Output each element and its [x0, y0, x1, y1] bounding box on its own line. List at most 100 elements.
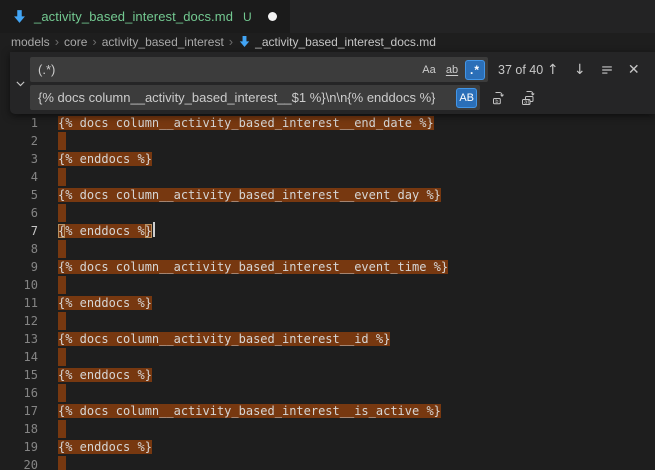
- toggle-replace-button[interactable]: [10, 52, 30, 114]
- line-text: [58, 132, 66, 150]
- line-number: 20: [0, 456, 38, 470]
- find-input-value: (.*): [38, 62, 55, 77]
- breadcrumb-item-core[interactable]: core: [64, 35, 87, 49]
- code-line[interactable]: 12: [0, 312, 655, 330]
- line-text: {% docs column__activity_based_interest_…: [58, 258, 448, 276]
- line-number: 11: [0, 294, 38, 312]
- line-number: 16: [0, 384, 38, 402]
- replace-input[interactable]: {% docs column__activity_based_interest_…: [30, 85, 480, 110]
- line-number: 9: [0, 258, 38, 276]
- vscode-window: _activity_based_interest_docs.md U model…: [0, 0, 655, 470]
- match-case-button[interactable]: Aa: [419, 60, 439, 80]
- git-status-badge: U: [243, 10, 252, 24]
- line-number: 13: [0, 330, 38, 348]
- line-number: 17: [0, 402, 38, 420]
- breadcrumb-item-activity-based-interest[interactable]: activity_based_interest: [102, 35, 224, 49]
- previous-match-button[interactable]: ↑: [543, 60, 562, 80]
- markdown-file-icon: [238, 35, 251, 48]
- code-line[interactable]: 3 {% enddocs %}: [0, 150, 655, 168]
- code-line[interactable]: 13 {% docs column__activity_based_interes…: [0, 330, 655, 348]
- breadcrumb: models › core › activity_based_interest …: [0, 33, 655, 50]
- find-in-selection-button[interactable]: [597, 60, 616, 80]
- line-text: {% enddocs %}: [58, 366, 152, 384]
- code-line[interactable]: 7 {% enddocs %}: [0, 222, 655, 240]
- results-count: 37 of 40: [498, 63, 543, 77]
- line-number: 4: [0, 168, 38, 186]
- line-text: [58, 348, 66, 366]
- tab-bar: _activity_based_interest_docs.md U: [0, 0, 655, 33]
- line-number: 10: [0, 276, 38, 294]
- find-input[interactable]: (.*) Aa ab .*: [30, 57, 488, 82]
- breadcrumb-filename: _activity_based_interest_docs.md: [255, 35, 436, 49]
- chevron-right-icon: ›: [92, 34, 96, 49]
- find-row: (.*) Aa ab .* 37 of 40 ↑ ↓: [30, 57, 650, 82]
- line-number: 3: [0, 150, 38, 168]
- code-line[interactable]: 5 {% docs column__activity_based_interest…: [0, 186, 655, 204]
- editor-pane[interactable]: 1{% docs column__activity_based_interest…: [0, 50, 655, 470]
- code-line[interactable]: 6: [0, 204, 655, 222]
- replace-input-value: {% docs column__activity_based_interest_…: [38, 90, 435, 105]
- code-line[interactable]: 9 {% docs column__activity_based_interest…: [0, 258, 655, 276]
- next-match-button[interactable]: ↓: [570, 60, 589, 80]
- line-text: {% docs column__activity_based_interest_…: [58, 186, 441, 204]
- svg-text:ab: ab: [524, 99, 531, 105]
- code-line[interactable]: 18: [0, 420, 655, 438]
- line-text: {% enddocs %}: [58, 222, 155, 240]
- line-number: 7: [0, 222, 38, 240]
- replace-all-button[interactable]: ab: [517, 87, 538, 108]
- line-text: [58, 456, 66, 470]
- breadcrumb-item-models[interactable]: models: [11, 35, 50, 49]
- code-line[interactable]: 14: [0, 348, 655, 366]
- whole-word-button[interactable]: ab: [442, 60, 462, 80]
- code-line[interactable]: 10: [0, 276, 655, 294]
- regex-button[interactable]: .*: [465, 60, 485, 80]
- close-icon[interactable]: ✕: [624, 60, 643, 80]
- line-text: {% enddocs %}: [58, 150, 152, 168]
- markdown-file-icon: [12, 9, 27, 24]
- line-number: 14: [0, 348, 38, 366]
- find-widget: (.*) Aa ab .* 37 of 40 ↑ ↓: [10, 52, 655, 114]
- replace-button[interactable]: b: [488, 87, 509, 108]
- code-line[interactable]: 2: [0, 132, 655, 150]
- replace-row: {% docs column__activity_based_interest_…: [30, 85, 650, 110]
- modified-dot-icon[interactable]: [268, 12, 277, 21]
- code-line[interactable]: 17 {% docs column__activity_based_interes…: [0, 402, 655, 420]
- line-number: 5: [0, 186, 38, 204]
- line-text: {% docs column__activity_based_interest_…: [58, 114, 434, 132]
- code-line[interactable]: 20: [0, 456, 655, 470]
- line-number: 2: [0, 132, 38, 150]
- tab-filename: _activity_based_interest_docs.md: [34, 9, 233, 24]
- line-number: 6: [0, 204, 38, 222]
- code-line[interactable]: 19 {% enddocs %}: [0, 438, 655, 456]
- text-cursor: [153, 222, 155, 237]
- line-text: {% enddocs %}: [58, 438, 152, 456]
- line-number: 1: [0, 114, 38, 132]
- code-line[interactable]: 8: [0, 240, 655, 258]
- code-line[interactable]: 1 {% docs column__activity_based_interest…: [0, 114, 655, 132]
- chevron-right-icon: ›: [55, 34, 59, 49]
- code-line[interactable]: 15 {% enddocs %}: [0, 366, 655, 384]
- line-text: [58, 204, 66, 222]
- line-number: 8: [0, 240, 38, 258]
- line-text: [58, 276, 66, 294]
- preserve-case-button[interactable]: AB: [456, 88, 477, 108]
- tab-active-file[interactable]: _activity_based_interest_docs.md U: [0, 0, 290, 33]
- code-line[interactable]: 16: [0, 384, 655, 402]
- svg-text:b: b: [495, 98, 498, 104]
- chevron-right-icon: ›: [229, 34, 233, 49]
- line-number: 15: [0, 366, 38, 384]
- line-text: [58, 384, 66, 402]
- line-text: {% docs column__activity_based_interest_…: [58, 330, 390, 348]
- line-text: {% docs column__activity_based_interest_…: [58, 402, 441, 420]
- breadcrumb-item-file[interactable]: _activity_based_interest_docs.md: [238, 35, 436, 49]
- code-lines: 1 {% docs column__activity_based_interest…: [0, 114, 655, 470]
- line-text: {% enddocs %}: [58, 294, 152, 312]
- line-text: [58, 420, 66, 438]
- line-text: [58, 312, 66, 330]
- line-number: 18: [0, 420, 38, 438]
- line-number: 19: [0, 438, 38, 456]
- code-line[interactable]: 11 {% enddocs %}: [0, 294, 655, 312]
- line-number: 12: [0, 312, 38, 330]
- code-line[interactable]: 4: [0, 168, 655, 186]
- line-text: [58, 240, 66, 258]
